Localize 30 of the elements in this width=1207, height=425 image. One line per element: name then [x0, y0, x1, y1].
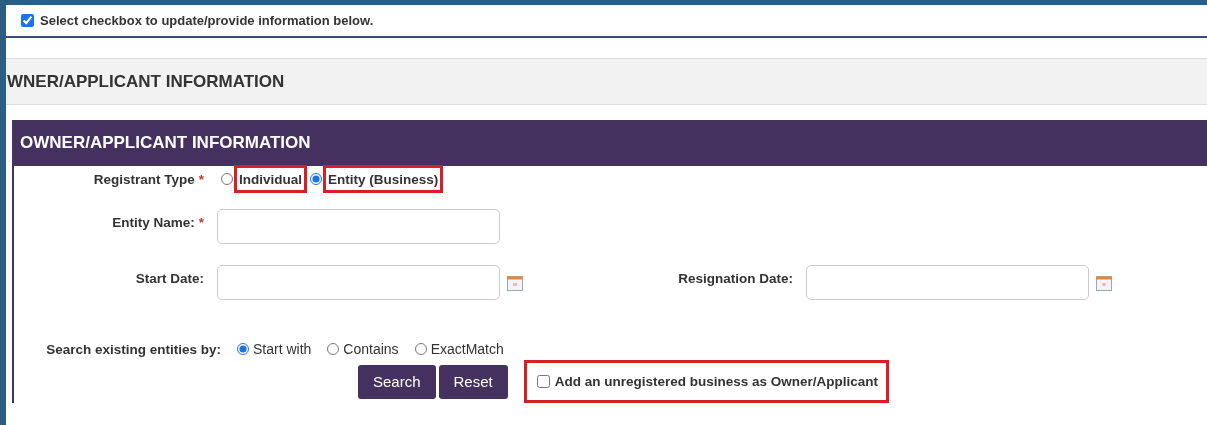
resignation-date-field[interactable]: [806, 265, 1089, 300]
panel-title: OWNER/APPLICANT INFORMATION: [20, 133, 311, 153]
radio-label[interactable]: Start with: [253, 341, 312, 357]
radio-button[interactable]: [310, 173, 322, 185]
calendar-icon[interactable]: [1096, 274, 1112, 291]
radio-label[interactable]: Individual: [234, 165, 307, 193]
update-checkbox[interactable]: [21, 14, 34, 27]
required-mark: *: [198, 171, 204, 187]
section-title: WNER/APPLICANT INFORMATION: [7, 71, 285, 92]
field-label: Start Date:: [135, 271, 204, 286]
radio-button[interactable]: [237, 343, 249, 355]
checkbox-label: Select checkbox to update/provide information below.: [40, 13, 374, 28]
calendar-icon[interactable]: [507, 274, 523, 291]
radio-button[interactable]: [221, 173, 233, 185]
radio-button[interactable]: [327, 343, 340, 355]
field-label: Registrant Type: [93, 171, 195, 187]
reset-button[interactable]: Reset: [438, 364, 508, 399]
field-label: Entity Name:: [112, 215, 195, 230]
field-label: Resignation Date:: [678, 271, 793, 286]
field-label: Search existing entities by:: [46, 341, 221, 357]
radio-button[interactable]: [414, 343, 427, 355]
radio-label[interactable]: ExactMatch: [430, 341, 504, 357]
unregistered-checkbox[interactable]: [536, 375, 550, 388]
required-mark: *: [198, 215, 204, 230]
radio-label[interactable]: Entity (Business): [323, 165, 444, 193]
checkbox-label[interactable]: Add an unregistered business as Owner/Applicant: [554, 374, 879, 389]
start-date-field[interactable]: [217, 265, 500, 300]
entity-name-field[interactable]: [217, 209, 500, 244]
search-button[interactable]: Search: [358, 364, 436, 399]
radio-label[interactable]: Contains: [343, 341, 399, 357]
